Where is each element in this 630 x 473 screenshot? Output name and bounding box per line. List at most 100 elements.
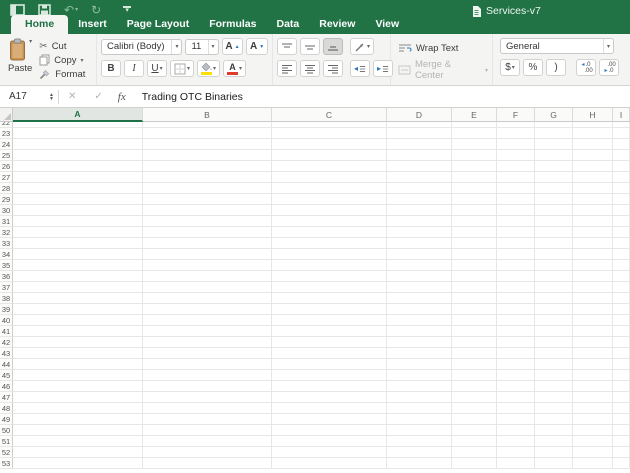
cell-A45[interactable] [13,370,143,381]
cell-F32[interactable] [497,227,535,238]
cell-B44[interactable] [143,359,272,370]
cell-G46[interactable] [535,381,573,392]
cell-A53[interactable] [13,458,143,469]
cell-G38[interactable] [535,293,573,304]
comma-style-button[interactable]: ) [546,59,566,76]
cell-H37[interactable] [573,282,613,293]
cell-F23[interactable] [497,128,535,139]
row-header-50[interactable]: 50 [0,425,13,436]
cell-C23[interactable] [272,128,387,139]
row-header-33[interactable]: 33 [0,238,13,249]
cell-H24[interactable] [573,139,613,150]
cell-F53[interactable] [497,458,535,469]
cell-H48[interactable] [573,403,613,414]
cell-E37[interactable] [452,282,497,293]
cell-H50[interactable] [573,425,613,436]
cell-D48[interactable] [387,403,452,414]
cell-C31[interactable] [272,216,387,227]
cell-G32[interactable] [535,227,573,238]
cell-I36[interactable] [613,271,630,282]
cell-F48[interactable] [497,403,535,414]
cell-A32[interactable] [13,227,143,238]
cell-I29[interactable] [613,194,630,205]
cell-H40[interactable] [573,315,613,326]
cell-D26[interactable] [387,161,452,172]
cell-E43[interactable] [452,348,497,359]
italic-button[interactable]: I [124,60,144,77]
cell-G52[interactable] [535,447,573,458]
row-header-26[interactable]: 26 [0,161,13,172]
cell-I39[interactable] [613,304,630,315]
cell-H25[interactable] [573,150,613,161]
cell-F51[interactable] [497,436,535,447]
cell-B26[interactable] [143,161,272,172]
cell-G42[interactable] [535,337,573,348]
cell-I33[interactable] [613,238,630,249]
cell-H46[interactable] [573,381,613,392]
cell-A26[interactable] [13,161,143,172]
cell-F47[interactable] [497,392,535,403]
cell-C42[interactable] [272,337,387,348]
cell-C36[interactable] [272,271,387,282]
cell-B46[interactable] [143,381,272,392]
cell-E36[interactable] [452,271,497,282]
cell-D40[interactable] [387,315,452,326]
name-box-stepper[interactable]: ▲ ▼ [49,93,58,101]
cell-B29[interactable] [143,194,272,205]
cell-C41[interactable] [272,326,387,337]
cell-I28[interactable] [613,183,630,194]
cell-E44[interactable] [452,359,497,370]
cell-D45[interactable] [387,370,452,381]
cell-F26[interactable] [497,161,535,172]
row-header-24[interactable]: 24 [0,139,13,150]
cell-D44[interactable] [387,359,452,370]
cell-D25[interactable] [387,150,452,161]
column-header-B[interactable]: B [143,108,272,122]
cell-F45[interactable] [497,370,535,381]
align-middle-button[interactable] [300,38,320,55]
cell-G51[interactable] [535,436,573,447]
row-header-53[interactable]: 53 [0,458,13,469]
cell-B27[interactable] [143,172,272,183]
cell-A25[interactable] [13,150,143,161]
cell-I34[interactable] [613,249,630,260]
cell-E41[interactable] [452,326,497,337]
cell-E42[interactable] [452,337,497,348]
column-header-G[interactable]: G [535,108,573,122]
cell-F31[interactable] [497,216,535,227]
cell-B34[interactable] [143,249,272,260]
cell-I27[interactable] [613,172,630,183]
row-header-30[interactable]: 30 [0,205,13,216]
cell-C27[interactable] [272,172,387,183]
row-header-25[interactable]: 25 [0,150,13,161]
cut-button[interactable]: ✂ Cut [39,39,85,53]
cell-G28[interactable] [535,183,573,194]
cell-I44[interactable] [613,359,630,370]
cell-D50[interactable] [387,425,452,436]
cell-D28[interactable] [387,183,452,194]
font-size-select[interactable]: 11 ▾ [185,39,218,55]
cell-C28[interactable] [272,183,387,194]
borders-button[interactable]: ▾ [170,60,194,77]
cell-A50[interactable] [13,425,143,436]
cell-C33[interactable] [272,238,387,249]
cell-I46[interactable] [613,381,630,392]
tab-formulas[interactable]: Formulas [199,15,266,34]
cell-F33[interactable] [497,238,535,249]
name-box[interactable]: A17 ▲ ▼ [0,86,58,107]
cell-E50[interactable] [452,425,497,436]
select-all-corner[interactable] [0,108,13,122]
row-header-51[interactable]: 51 [0,436,13,447]
cell-H36[interactable] [573,271,613,282]
cell-H28[interactable] [573,183,613,194]
cell-A29[interactable] [13,194,143,205]
decrease-decimal-button[interactable]: .00 ▸.0 [599,59,619,76]
cell-H42[interactable] [573,337,613,348]
cell-H51[interactable] [573,436,613,447]
cell-F30[interactable] [497,205,535,216]
row-header-45[interactable]: 45 [0,370,13,381]
cell-I53[interactable] [613,458,630,469]
cell-B32[interactable] [143,227,272,238]
row-header-52[interactable]: 52 [0,447,13,458]
cell-A23[interactable] [13,128,143,139]
